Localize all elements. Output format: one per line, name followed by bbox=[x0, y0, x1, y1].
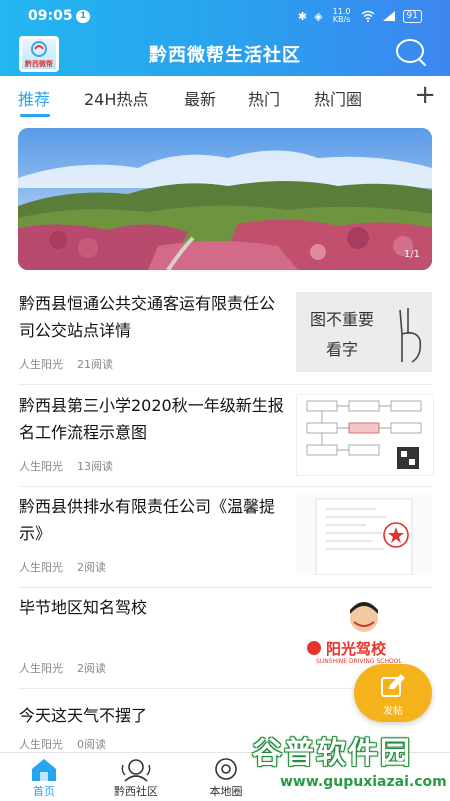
banner-page-indicator: 1/1 bbox=[403, 249, 420, 260]
add-tab-icon[interactable]: + bbox=[414, 80, 436, 110]
news-meta: 人生阳光 13阅读 bbox=[19, 458, 113, 474]
tab-24h-hot[interactable]: 24H热点 bbox=[84, 86, 148, 110]
app-title: 黔西微帮生活社区 bbox=[149, 45, 301, 66]
news-thumbnail: 阳光驾校 SUNSHINE DRIVING SCHOOL bbox=[296, 596, 432, 676]
community-icon bbox=[121, 759, 151, 782]
news-author: 人生阳光 bbox=[19, 460, 63, 473]
edit-icon bbox=[381, 674, 405, 697]
banner-landscape-image bbox=[18, 128, 432, 270]
news-meta: 人生阳光 21阅读 bbox=[19, 356, 113, 372]
status-icons: ✱ ◈ 11.0 KB/s 91 bbox=[298, 8, 422, 24]
category-tabs: 推荐 24H热点 最新 热门 热门圈 + bbox=[0, 76, 450, 120]
post-button-label: 发帖 bbox=[383, 706, 403, 717]
notification-badge: 1 bbox=[76, 10, 90, 23]
flowchart-image bbox=[306, 400, 422, 469]
vibrate-icon: ◈ bbox=[314, 9, 323, 23]
app-bar: 黔西微帮 黔西微帮生活社区 bbox=[0, 30, 450, 76]
news-reads: 21阅读 bbox=[77, 358, 113, 371]
active-tab-indicator bbox=[20, 114, 50, 117]
divider bbox=[18, 587, 432, 588]
watermark-url: www.gupuxiazai.com bbox=[280, 774, 447, 790]
news-title[interactable]: 毕节地区知名驾校 bbox=[19, 594, 287, 621]
watermark-title: 谷普软件园 bbox=[252, 736, 412, 771]
news-reads: 2阅读 bbox=[77, 561, 106, 574]
divider bbox=[18, 384, 432, 385]
battery-icon: 91 bbox=[402, 9, 422, 23]
document-image bbox=[315, 498, 413, 575]
thumbnail-text: 阳光驾校 bbox=[326, 640, 387, 658]
tab-latest[interactable]: 最新 bbox=[184, 86, 216, 110]
cellular-signal-icon bbox=[382, 11, 395, 21]
news-reads: 0阅读 bbox=[77, 738, 106, 751]
news-title[interactable]: 黔西县第三小学2020秋一年级新生报名工作流程示意图 bbox=[19, 392, 287, 446]
tab-hot[interactable]: 热门 bbox=[248, 86, 280, 110]
news-title[interactable]: 黔西县供排水有限责任公司《温馨提示》 bbox=[19, 493, 287, 547]
nav-community-label: 黔西社区 bbox=[114, 785, 158, 798]
tab-recommend[interactable]: 推荐 bbox=[18, 86, 50, 110]
wifi-icon bbox=[361, 10, 374, 22]
news-author: 人生阳光 bbox=[19, 358, 63, 371]
news-title[interactable]: 今天这天气不摆了 bbox=[19, 702, 287, 729]
nav-home[interactable]: 首页 bbox=[4, 753, 84, 801]
news-meta: 人生阳光 2阅读 bbox=[19, 559, 106, 575]
news-meta: 人生阳光 2阅读 bbox=[19, 660, 106, 676]
news-title[interactable]: 黔西县恒通公共交通客运有限责任公司公交站点详情 bbox=[19, 290, 287, 344]
home-icon bbox=[32, 759, 56, 781]
news-meta: 人生阳光 0阅读 bbox=[19, 736, 106, 752]
news-reads: 13阅读 bbox=[77, 460, 113, 473]
thumbnail-text: 图不重要 bbox=[310, 310, 375, 329]
header-background: 09:05 1 ✱ ◈ 11.0 KB/s 91 黔西微帮 黔西微帮生活社区 bbox=[0, 0, 450, 76]
search-icon[interactable] bbox=[394, 37, 428, 67]
news-reads: 2阅读 bbox=[77, 662, 106, 675]
nav-home-label: 首页 bbox=[33, 785, 55, 798]
network-speed: 11.0 KB/s bbox=[332, 7, 351, 24]
nav-community[interactable]: 黔西社区 bbox=[96, 753, 176, 801]
divider bbox=[18, 486, 432, 487]
local-circle-icon bbox=[215, 758, 237, 780]
site-watermark: 谷普软件园 www.gupuxiazai.com bbox=[246, 728, 450, 800]
status-bar: 09:05 1 ✱ ◈ 11.0 KB/s 91 bbox=[0, 0, 450, 30]
bluetooth-icon: ✱ bbox=[297, 9, 308, 23]
status-time: 09:05 bbox=[28, 8, 73, 24]
hand-gesture-icon bbox=[399, 308, 422, 363]
news-thumbnail bbox=[296, 495, 432, 575]
news-author: 人生阳光 bbox=[19, 662, 63, 675]
news-author: 人生阳光 bbox=[19, 561, 63, 574]
news-thumbnail bbox=[296, 394, 434, 476]
banner-carousel[interactable]: 1/1 bbox=[18, 128, 432, 270]
post-button[interactable]: 发帖 bbox=[354, 664, 432, 722]
thumbnail-text: 看字 bbox=[326, 340, 359, 359]
news-author: 人生阳光 bbox=[19, 738, 63, 751]
tab-hot-circle[interactable]: 热门圈 bbox=[314, 86, 362, 110]
news-thumbnail: 图不重要 看字 bbox=[296, 292, 432, 372]
